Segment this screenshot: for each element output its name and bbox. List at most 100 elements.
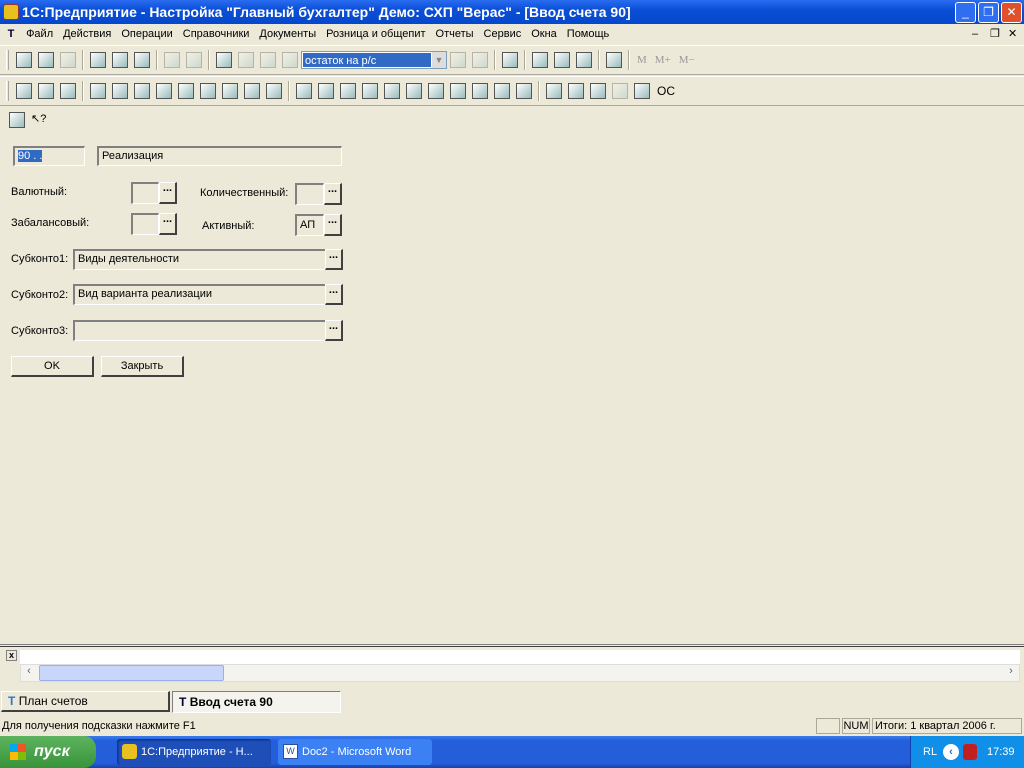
print-icon[interactable] — [164, 52, 180, 68]
scroll-left-icon[interactable]: ‹ — [21, 665, 37, 681]
paste-icon[interactable] — [134, 52, 150, 68]
message-area[interactable] — [20, 650, 1020, 664]
currency-field[interactable] — [131, 182, 159, 204]
menu-reports[interactable]: Отчеты — [431, 28, 479, 40]
currency-icon[interactable] — [590, 83, 606, 99]
open-icon[interactable] — [38, 52, 54, 68]
dt-kt-icon[interactable] — [16, 83, 32, 99]
ok-button[interactable]: OK — [11, 356, 94, 377]
text-arrow-icon[interactable] — [200, 83, 216, 99]
toolbar-grip[interactable] — [6, 50, 9, 70]
close-form-button[interactable]: Закрыть — [101, 356, 184, 377]
calculator-icon[interactable] — [532, 52, 548, 68]
currency-select-button[interactable]: ... — [159, 182, 177, 204]
memory-button[interactable]: M — [637, 54, 647, 66]
task-1c[interactable]: 1С:Предприятие - Н... — [117, 739, 271, 765]
redo-icon[interactable] — [260, 52, 276, 68]
find-prev-icon[interactable] — [472, 52, 488, 68]
child-minimize-button[interactable]: – — [972, 24, 978, 44]
show-hidden-icons-icon[interactable]: ‹ — [943, 744, 959, 760]
act-icon[interactable] — [406, 83, 422, 99]
subconto2-select-button[interactable]: ... — [325, 284, 343, 305]
offbalance-select-button[interactable]: ... — [159, 213, 177, 235]
balance-icon[interactable] — [494, 83, 510, 99]
account-code-field[interactable]: 90 . . — [13, 146, 85, 166]
text-edit-icon[interactable] — [244, 83, 260, 99]
subconto1-select-button[interactable]: ... — [325, 249, 343, 270]
security-shield-icon[interactable] — [963, 744, 977, 760]
help-icon[interactable] — [502, 52, 518, 68]
list-icon[interactable] — [472, 83, 488, 99]
horizontal-scrollbar[interactable]: ‹ › — [20, 664, 1020, 682]
scroll-right-icon[interactable]: › — [1003, 665, 1019, 681]
invoice-icon[interactable] — [340, 83, 356, 99]
child-restore-button[interactable]: ❐ — [990, 24, 1000, 44]
menu-service[interactable]: Сервис — [479, 28, 527, 40]
goods-icon[interactable] — [450, 83, 466, 99]
text-doc-icon[interactable] — [222, 83, 238, 99]
panel-close-icon[interactable]: x — [6, 650, 17, 661]
text-icon[interactable] — [178, 83, 194, 99]
maximize-button[interactable]: ❐ — [978, 2, 999, 23]
subconto3-select-button[interactable]: ... — [325, 320, 343, 341]
chart-icon[interactable] — [576, 52, 592, 68]
dt-kt-red-icon[interactable] — [38, 83, 54, 99]
text-list-icon[interactable] — [266, 83, 282, 99]
window-tab-account-90[interactable]: T Ввод счета 90 — [172, 691, 341, 713]
minimize-button[interactable]: _ — [955, 2, 976, 23]
new-icon[interactable] — [16, 52, 32, 68]
book-icon[interactable] — [606, 52, 622, 68]
memory-plus-button[interactable]: M+ — [655, 54, 671, 66]
context-help-cursor-icon[interactable]: ↖? — [31, 112, 47, 128]
scrollbar-thumb[interactable] — [39, 665, 224, 681]
key-icon[interactable] — [216, 52, 232, 68]
find-next-icon[interactable] — [450, 52, 466, 68]
face-icon[interactable] — [568, 83, 584, 99]
table-icon[interactable] — [156, 83, 172, 99]
search-combo[interactable]: остаток на р/с ▼ — [301, 51, 447, 69]
account-icon[interactable] — [384, 83, 400, 99]
child-close-button[interactable]: ✕ — [1008, 24, 1017, 44]
app-icon[interactable] — [3, 4, 19, 20]
menu-windows[interactable]: Окна — [526, 28, 562, 40]
edit-icon[interactable] — [428, 83, 444, 99]
chart-of-accounts-icon[interactable] — [60, 83, 76, 99]
start-button[interactable]: пуск — [0, 736, 96, 768]
menu-help[interactable]: Помощь — [562, 28, 615, 40]
menu-actions[interactable]: Действия — [58, 28, 116, 40]
task-word[interactable]: W Doc2 - Microsoft Word — [278, 739, 432, 765]
fixed-assets-button[interactable]: OC — [657, 84, 675, 98]
grid-icon[interactable] — [362, 83, 378, 99]
help-topic-icon[interactable] — [9, 112, 25, 128]
window-tab-chart-of-accounts[interactable]: T План счетов — [1, 691, 170, 712]
calendar-icon[interactable] — [554, 52, 570, 68]
journal-icon[interactable] — [90, 83, 106, 99]
scanner-icon[interactable] — [634, 83, 650, 99]
user-icon[interactable] — [546, 83, 562, 99]
quantity-field[interactable] — [295, 183, 324, 205]
printer-icon[interactable] — [612, 83, 628, 99]
active-field[interactable]: АП — [295, 214, 324, 236]
menu-documents[interactable]: Документы — [254, 28, 321, 40]
menu-file[interactable]: Файл — [21, 28, 58, 40]
subconto2-field[interactable]: Вид варианта реализации — [73, 284, 326, 305]
memory-minus-button[interactable]: M− — [679, 54, 695, 66]
mdi-logo-icon[interactable]: T — [4, 24, 18, 44]
quantity-select-button[interactable]: ... — [324, 183, 342, 205]
undo-icon[interactable] — [238, 52, 254, 68]
subconto1-field[interactable]: Виды деятельности — [73, 249, 326, 270]
toolbar-grip[interactable] — [6, 81, 9, 101]
chevron-down-icon[interactable]: ▼ — [432, 52, 446, 68]
close-button[interactable]: ✕ — [1001, 2, 1022, 23]
copy-icon[interactable] — [112, 52, 128, 68]
menu-retail[interactable]: Розница и общепит — [321, 28, 430, 40]
cut-icon[interactable] — [90, 52, 106, 68]
cash-icon[interactable] — [318, 83, 334, 99]
find-icon[interactable] — [282, 52, 298, 68]
reference-icon[interactable] — [112, 83, 128, 99]
menu-operations[interactable]: Операции — [116, 28, 177, 40]
account-name-field[interactable]: Реализация — [97, 146, 342, 166]
offbalance-field[interactable] — [131, 213, 159, 235]
subconto3-field[interactable] — [73, 320, 326, 341]
language-indicator[interactable]: RL — [923, 736, 937, 768]
